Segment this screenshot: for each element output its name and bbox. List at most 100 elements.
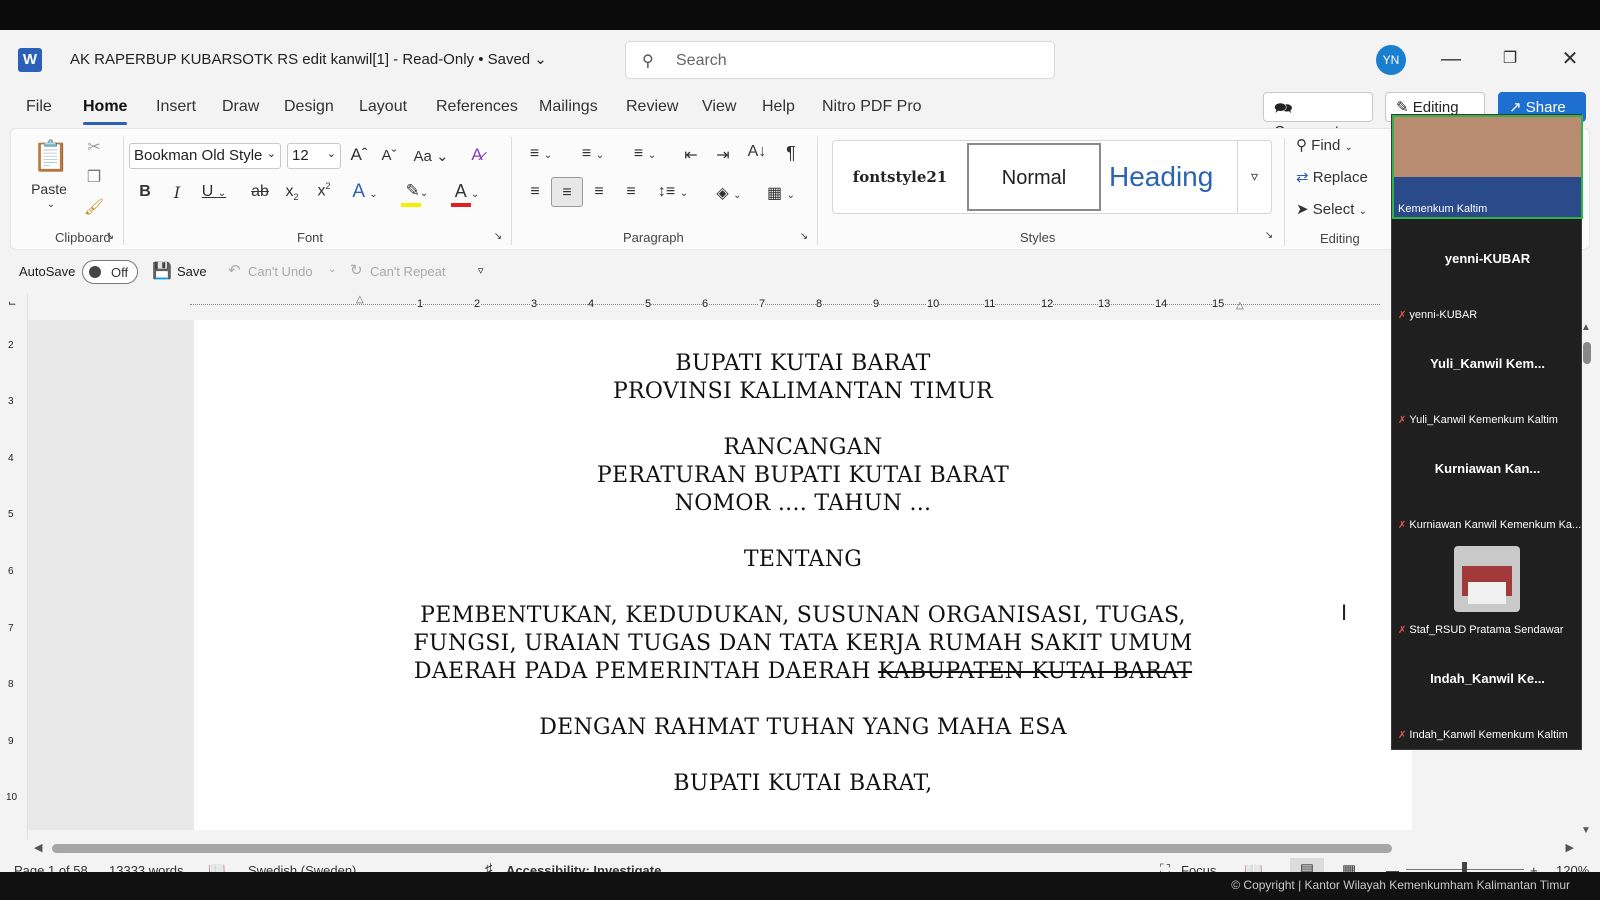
font-color-icon[interactable]: A ⌄ — [447, 181, 487, 207]
undo-button[interactable]: Can't Undo — [248, 264, 313, 279]
participant-tile[interactable]: Kurniawan Kan... ✗ Kurniawan Kanwil Kemen… — [1392, 431, 1583, 535]
paste-label[interactable]: Paste — [27, 181, 71, 197]
clipboard-launcher-icon[interactable]: ↘ — [103, 231, 117, 242]
font-launcher-icon[interactable]: ↘ — [491, 231, 505, 242]
style-normal[interactable]: Normal — [967, 143, 1101, 211]
document-page[interactable]: BUPATI KUTAI BARAT PROVINSI KALIMANTAN T… — [194, 320, 1412, 830]
font-name-select[interactable]: Bookman Old Style ⌄ — [129, 143, 281, 169]
participant-tile[interactable]: ✗ Staf_RSUD Pratama Sendawar — [1392, 536, 1583, 640]
document-title[interactable]: AK RAPERBUP KUBARSOTK RS edit kanwil[1] … — [70, 50, 547, 68]
scroll-down-icon[interactable]: ▼ — [1581, 825, 1591, 836]
tab-nitro-pdf[interactable]: Nitro PDF Pro — [822, 98, 922, 116]
select-button[interactable]: ➤ Select ⌄ — [1296, 200, 1386, 218]
tab-review[interactable]: Review — [626, 98, 678, 116]
search-input[interactable]: ⚲ Search — [625, 41, 1055, 79]
minimize-icon[interactable]: — — [1436, 44, 1466, 74]
undo-icon[interactable]: ↶ — [228, 261, 241, 279]
align-left-icon[interactable]: ≡ — [523, 183, 547, 201]
show-formatting-icon[interactable]: ¶ — [779, 143, 803, 164]
zoom-slider-thumb[interactable] — [1462, 862, 1467, 872]
sort-icon[interactable]: A↓ — [745, 143, 769, 161]
paste-icon[interactable]: 📋 — [31, 139, 71, 174]
participant-tile[interactable]: Indah_Kanwil Ke... ✗ Indah_Kanwil Kemenku… — [1392, 641, 1583, 745]
avatar[interactable]: YN — [1376, 45, 1406, 75]
grow-font-icon[interactable]: Aˆ — [347, 145, 371, 165]
highlight-icon[interactable]: ✎⌄ — [397, 181, 437, 207]
text-effects-icon[interactable]: A ⌄ — [345, 181, 385, 203]
paragraph-launcher-icon[interactable]: ↘ — [797, 231, 811, 242]
multilevel-list-icon[interactable]: ≡ ⌄ — [625, 145, 665, 163]
horizontal-scrollbar[interactable]: ◀ ▶ — [30, 840, 1578, 856]
clear-formatting-icon[interactable]: A̷ — [465, 145, 489, 165]
accessibility-status[interactable]: Accessibility: Investigate — [506, 863, 661, 872]
underline-icon[interactable]: U ⌄ — [197, 183, 231, 201]
word-count[interactable]: 13333 words — [109, 863, 183, 872]
customize-qat-icon[interactable]: ▿ — [478, 264, 484, 277]
focus-button[interactable]: Focus — [1181, 863, 1216, 872]
save-button[interactable]: Save — [177, 264, 207, 279]
scroll-thumb[interactable] — [1583, 342, 1591, 364]
zoom-out-icon[interactable]: — — [1386, 863, 1399, 872]
save-icon[interactable]: 💾 — [152, 261, 172, 281]
autosave-toggle[interactable]: Off — [82, 260, 138, 284]
subscript-icon[interactable]: x2 — [281, 183, 303, 202]
copy-icon[interactable]: ❐ — [83, 167, 105, 187]
superscript-icon[interactable]: x2 — [313, 181, 335, 200]
close-icon[interactable]: ✕ — [1555, 44, 1585, 74]
bullets-icon[interactable]: ≡ ⌄ — [521, 145, 561, 163]
proofing-icon[interactable]: 📖 — [208, 861, 225, 872]
language[interactable]: Swedish (Sweden) — [248, 863, 356, 872]
tab-design[interactable]: Design — [284, 98, 334, 116]
tab-home[interactable]: Home — [83, 98, 128, 125]
increase-indent-icon[interactable]: ⇥ — [711, 145, 735, 165]
web-layout-icon[interactable]: ▦ — [1342, 861, 1356, 872]
shrink-font-icon[interactable]: Aˇ — [377, 147, 401, 164]
paste-dropdown-icon[interactable]: ⌄ — [41, 199, 61, 210]
tab-mailings[interactable]: Mailings — [539, 98, 598, 116]
indent-marker-icon[interactable]: △ — [356, 294, 364, 305]
participant-tile[interactable]: yenni-KUBAR ✗ yenni-KUBAR — [1392, 221, 1583, 325]
scroll-right-icon[interactable]: ▶ — [1566, 841, 1574, 854]
scroll-thumb[interactable] — [52, 844, 1392, 853]
line-spacing-icon[interactable]: ↕≡ ⌄ — [653, 183, 693, 201]
tab-insert[interactable]: Insert — [156, 98, 196, 116]
tab-selector-icon[interactable]: ⌙ — [8, 298, 16, 309]
page-count[interactable]: Page 1 of 58 — [14, 863, 88, 872]
participant-tile[interactable]: Yuli_Kanwil Kem... ✗ Yuli_Kanwil Kemenkum… — [1392, 326, 1583, 430]
tab-help[interactable]: Help — [762, 98, 795, 116]
repeat-button[interactable]: Can't Repeat — [370, 264, 445, 279]
tab-layout[interactable]: Layout — [359, 98, 407, 116]
justify-icon[interactable]: ≡ — [619, 183, 643, 201]
repeat-icon[interactable]: ↻ — [350, 261, 363, 279]
find-button[interactable]: ⚲ Find ⌄ — [1296, 136, 1386, 154]
read-mode-icon[interactable]: 📖 — [1244, 861, 1263, 872]
format-painter-icon[interactable]: 🖌 — [83, 197, 105, 217]
font-size-select[interactable]: 12 ⌄ — [287, 143, 341, 169]
comments-button[interactable]: 🗪 Comments — [1263, 92, 1373, 140]
style-heading[interactable]: Heading — [1103, 143, 1233, 211]
align-center-icon[interactable]: ≡ — [551, 177, 583, 207]
tab-draw[interactable]: Draw — [222, 98, 259, 116]
align-right-icon[interactable]: ≡ — [587, 183, 611, 201]
strikethrough-icon[interactable]: ab — [249, 183, 271, 201]
italic-icon[interactable]: I — [167, 183, 187, 202]
style-fontstyle21[interactable]: fontstyle21 — [835, 143, 965, 211]
print-layout-icon[interactable]: ▤ — [1290, 858, 1324, 872]
zoom-in-icon[interactable]: + — [1530, 863, 1538, 872]
styles-more-icon[interactable]: ▿ — [1237, 141, 1271, 213]
shading-icon[interactable]: ◈ ⌄ — [709, 183, 749, 203]
undo-dropdown-icon[interactable]: ⌄ — [328, 264, 336, 275]
restore-icon[interactable]: ❐ — [1495, 44, 1525, 74]
scroll-left-icon[interactable]: ◀ — [34, 841, 42, 854]
styles-launcher-icon[interactable]: ↘ — [1262, 230, 1276, 241]
zoom-level[interactable]: 120% — [1556, 863, 1589, 872]
video-tile-active[interactable]: Kemenkum Kaltim — [1392, 115, 1583, 219]
right-indent-marker-icon[interactable]: △ — [1236, 300, 1244, 311]
tab-file[interactable]: File — [26, 98, 52, 116]
borders-icon[interactable]: ▦ ⌄ — [761, 183, 801, 203]
cut-icon[interactable]: ✂ — [83, 137, 105, 157]
replace-button[interactable]: ⇄ Replace — [1296, 168, 1386, 186]
decrease-indent-icon[interactable]: ⇤ — [679, 145, 703, 165]
tab-view[interactable]: View — [702, 98, 736, 116]
numbering-icon[interactable]: ≡ ⌄ — [573, 145, 613, 163]
